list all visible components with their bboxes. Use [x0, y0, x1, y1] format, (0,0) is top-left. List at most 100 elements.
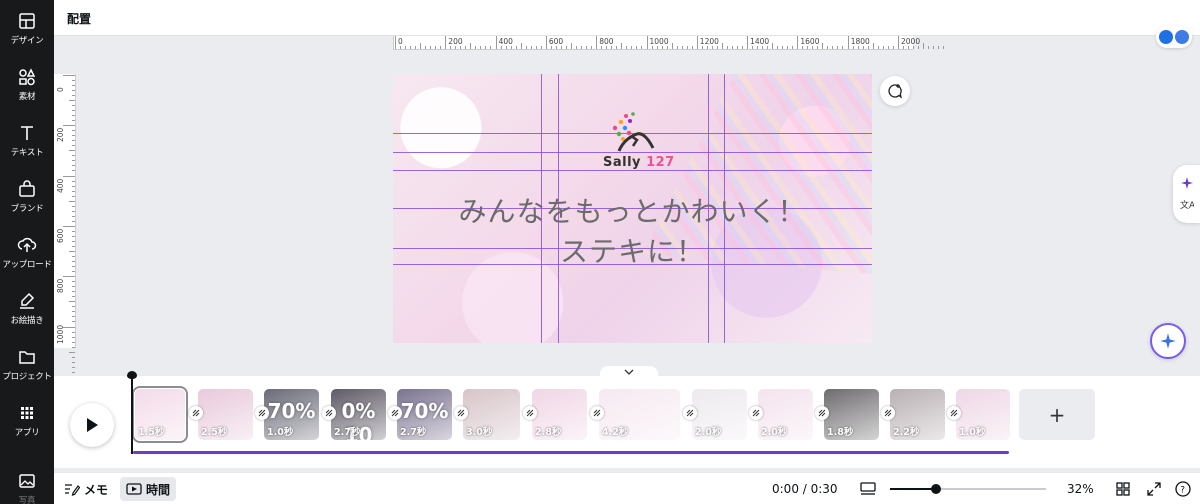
magic-assistant-button[interactable]: [1150, 323, 1186, 359]
layout-icon: [19, 12, 35, 29]
ruler-tick: [731, 46, 733, 49]
timeline-clip[interactable]: 3.0秒: [463, 389, 520, 440]
timeline-clip[interactable]: 4.2秒: [599, 389, 680, 440]
sidebar-item-photos[interactable]: 写真: [0, 460, 54, 504]
add-page-button[interactable]: +: [1019, 389, 1095, 440]
ruler-tick: [701, 46, 703, 49]
ruler-tick: [626, 46, 628, 49]
ruler-tick: [570, 43, 572, 49]
clip-duration: 1.8秒: [827, 427, 854, 438]
ruler-tick: [72, 286, 75, 288]
ruler-tick: [69, 100, 75, 101]
timeline-clip[interactable]: 70% 1.0秒: [264, 389, 319, 440]
timeline-clip[interactable]: 0% 10 2.7秒: [331, 389, 386, 440]
transition-icon[interactable]: [815, 406, 829, 420]
playhead-handle[interactable]: [127, 371, 137, 379]
sidebar-item-brand[interactable]: ブランド: [0, 168, 54, 224]
ruler-tick: [450, 46, 452, 49]
ruler-tick: [862, 46, 864, 49]
ruler-tick: [606, 46, 608, 49]
transition-icon[interactable]: [523, 406, 537, 420]
ruler-tick: [410, 46, 411, 49]
clip-duration: 2.0秒: [761, 427, 788, 438]
transition-icon[interactable]: [881, 406, 895, 420]
ruler-tick: [938, 46, 939, 49]
shapes-icon: [19, 67, 36, 85]
ruler-tick: [596, 36, 598, 49]
grid-view-button[interactable]: [1116, 477, 1130, 501]
transition-icon[interactable]: [683, 406, 697, 420]
ruler-tick: [72, 270, 75, 272]
ruler-tick: [72, 321, 75, 323]
assistant-icon: [1159, 30, 1173, 44]
headline-line-2[interactable]: ステキに！: [393, 230, 872, 270]
top-right-toggle[interactable]: [1156, 26, 1192, 48]
sidebar-item-draw[interactable]: お絵描き: [0, 280, 54, 336]
timer-button[interactable]: 時間: [120, 477, 177, 501]
sidebar-item-elements[interactable]: 素材: [0, 56, 54, 112]
ruler-tick: [465, 46, 467, 49]
timeline-clip[interactable]: 1.0秒: [956, 389, 1010, 440]
canvas-page[interactable]: Sally 127 みんなをもっとかわいく！ ステキに！: [393, 74, 872, 343]
timeline-clip[interactable]: 1.8秒: [824, 389, 879, 440]
transition-icon[interactable]: [189, 406, 203, 420]
sidebar-item-design[interactable]: デザイン: [0, 0, 54, 56]
transition-icon[interactable]: [590, 406, 604, 420]
translate-icon[interactable]: 文A: [1180, 198, 1194, 212]
sidebar-item-projects[interactable]: プロジェクト: [0, 336, 54, 392]
ruler-tick: [560, 46, 562, 49]
ruler-tick: [480, 46, 482, 49]
timeline-clip[interactable]: 2.2秒: [890, 389, 945, 440]
zoom-slider-handle[interactable]: [931, 484, 941, 494]
transition-icon[interactable]: [454, 406, 468, 420]
notes-button[interactable]: メモ: [64, 477, 108, 501]
ruler-tick: [400, 46, 401, 49]
ruler-tick-label: 400: [56, 178, 65, 193]
ruler-tick: [72, 140, 75, 142]
sparkle-icon[interactable]: [1180, 176, 1194, 190]
add-comment-button[interactable]: [880, 76, 910, 106]
fullscreen-button[interactable]: [1147, 477, 1161, 501]
sidebar-item-upload[interactable]: アップロード: [0, 224, 54, 280]
ruler-tick: [72, 205, 75, 207]
timer-label: 時間: [146, 482, 171, 497]
ruler-tick: [63, 75, 75, 76]
playhead[interactable]: [131, 372, 133, 454]
page-view-icon: [860, 482, 876, 495]
ruler-tick: [505, 46, 507, 49]
transition-icon[interactable]: [947, 406, 961, 420]
ruler-tick: [681, 46, 683, 49]
sidebar-item-text[interactable]: テキスト: [0, 112, 54, 168]
headline-line-1[interactable]: みんなをもっとかわいく！: [393, 190, 872, 230]
ruler-tick: [520, 43, 522, 49]
transition-icon[interactable]: [255, 406, 269, 420]
transition-icon[interactable]: [749, 406, 763, 420]
ruler-tick: [676, 46, 678, 49]
clip-thumbnail-text: 70%: [400, 399, 449, 423]
ruler-tick: [807, 46, 809, 49]
clip-duration: 2.8秒: [535, 427, 562, 438]
timeline-clip[interactable]: 2.0秒: [758, 389, 813, 440]
sidebar-item-label: テキスト: [10, 147, 44, 158]
ruler-tick: [72, 371, 75, 373]
timeline-clip[interactable]: 2.0秒: [692, 389, 747, 440]
ruler-tick: [636, 46, 638, 49]
ruler-tick: [72, 145, 75, 147]
transition-icon[interactable]: [322, 406, 336, 420]
timeline-clip[interactable]: 1.5秒: [132, 386, 188, 443]
ruler-tick: [475, 46, 477, 49]
ruler-tick-label: 1800: [850, 37, 870, 46]
page-view-button[interactable]: [859, 477, 877, 501]
play-button[interactable]: [70, 403, 114, 447]
ruler-tick: [797, 36, 799, 49]
ruler-tick: [752, 46, 754, 49]
timeline-clip[interactable]: 2.5秒: [198, 389, 253, 440]
help-button[interactable]: ?: [1175, 477, 1191, 501]
sidebar-item-apps[interactable]: アプリ: [0, 392, 54, 448]
transition-icon[interactable]: [388, 406, 402, 420]
upload-icon: [17, 237, 37, 252]
top-bar: 配置: [54, 0, 1200, 36]
timeline-clip[interactable]: 2.8秒: [532, 389, 587, 440]
zoom-value[interactable]: 32%: [1067, 477, 1094, 501]
timeline-clip[interactable]: 70% 2.7秒: [397, 389, 452, 440]
